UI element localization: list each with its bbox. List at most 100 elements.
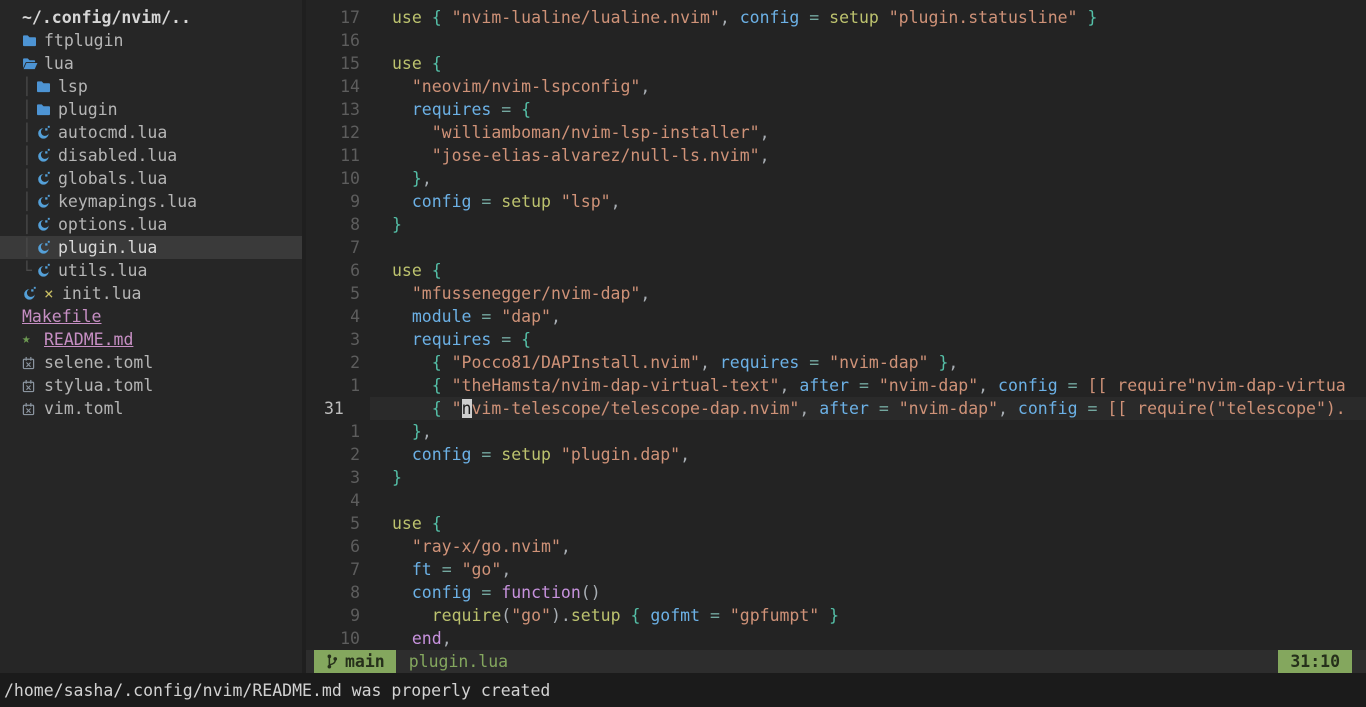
code-line[interactable]: 2 { "Pocco81/DAPInstall.nvim", requires … [306,351,1366,374]
line-text: module = "dap", [370,305,1366,328]
lua-icon [36,263,58,278]
tree-item-lua[interactable]: lua [0,52,302,75]
line-number: 9 [306,604,370,627]
toml-icon [22,356,44,370]
code-line[interactable]: 1 { "theHamsta/nvim-dap-virtual-text", a… [306,374,1366,397]
code-line[interactable]: 13 requires = { [306,98,1366,121]
code-line[interactable]: 17use { "nvim-lualine/lualine.nvim", con… [306,6,1366,29]
tree-item-label: utils.lua [58,259,147,282]
line-number: 6 [306,259,370,282]
statusline: main plugin.lua 31:10 [306,650,1366,673]
code-line[interactable]: 3 requires = { [306,328,1366,351]
line-number: 16 [306,29,370,52]
line-number: 17 [306,6,370,29]
tree-item-label: plugin [58,98,118,121]
code-line[interactable]: 5use { [306,512,1366,535]
code-line[interactable]: 10 }, [306,167,1366,190]
line-text: { "nvim-telescope/telescope-dap.nvim", a… [370,397,1366,420]
code-line[interactable]: 10 end, [306,627,1366,650]
folder-closed-icon [36,80,58,93]
tree-guide: │ [22,121,36,144]
line-text: ft = "go", [370,558,1366,581]
tree-item-label: README.md [44,328,133,351]
tree-item-disabled-lua[interactable]: │disabled.lua [0,144,302,167]
code-line-current[interactable]: 31 { "nvim-telescope/telescope-dap.nvim"… [306,397,1366,420]
line-number: 31 [306,397,370,420]
star-icon: ★ [22,328,44,351]
lua-icon [36,171,58,186]
line-text: "williamboman/nvim-lsp-installer", [370,121,1366,144]
tree-item-label: lsp [58,75,88,98]
code-line[interactable]: 7 [306,236,1366,259]
line-text [370,29,1366,52]
tree-item-ftplugin[interactable]: ftplugin [0,29,302,52]
tree-item-label: Makefile [22,305,101,328]
tree-item-lsp[interactable]: │lsp [0,75,302,98]
line-number: 10 [306,167,370,190]
code-line[interactable]: 8 config = function() [306,581,1366,604]
tree-item-readme-md[interactable]: ★README.md [0,328,302,351]
line-text: "ray-x/go.nvim", [370,535,1366,558]
tree-item-vim-toml[interactable]: vim.toml [0,397,302,420]
code-line[interactable]: 6 "ray-x/go.nvim", [306,535,1366,558]
line-text [370,489,1366,512]
lua-icon [22,286,44,301]
lua-icon [36,125,58,140]
line-number: 3 [306,466,370,489]
line-text: requires = { [370,98,1366,121]
tree-item-label: ftplugin [44,29,123,52]
tree-item-label: globals.lua [58,167,167,190]
code-line[interactable]: 2 config = setup "plugin.dap", [306,443,1366,466]
code-line[interactable]: 3} [306,466,1366,489]
tree-item-label: lua [44,52,74,75]
code-line[interactable]: 8} [306,213,1366,236]
tree-item-options-lua[interactable]: │options.lua [0,213,302,236]
line-number: 5 [306,282,370,305]
tree-item-keymapings-lua[interactable]: │keymapings.lua [0,190,302,213]
line-text: { "Pocco81/DAPInstall.nvim", requires = … [370,351,1366,374]
line-number: 1 [306,420,370,443]
nvim-window: ~/.config/nvim/.. ftpluginlua│lsp│plugin… [0,0,1366,707]
code-line[interactable]: 16 [306,29,1366,52]
tree-item-utils-lua[interactable]: └utils.lua [0,259,302,282]
tree-item-plugin[interactable]: │plugin [0,98,302,121]
tree-item-plugin-lua[interactable]: │plugin.lua [0,236,302,259]
code-line[interactable]: 14 "neovim/nvim-lspconfig", [306,75,1366,98]
tree-item-makefile[interactable]: Makefile [0,305,302,328]
line-text: { "theHamsta/nvim-dap-virtual-text", aft… [370,374,1366,397]
line-text: config = setup "lsp", [370,190,1366,213]
editor-pane: 17use { "nvim-lualine/lualine.nvim", con… [306,0,1366,673]
line-text: "mfussenegger/nvim-dap", [370,282,1366,305]
tree-item-label: stylua.toml [44,374,153,397]
line-text: config = setup "plugin.dap", [370,443,1366,466]
code-line[interactable]: 9 config = setup "lsp", [306,190,1366,213]
line-text: use { [370,52,1366,75]
tree-item-init-lua[interactable]: ×init.lua [0,282,302,305]
code-line[interactable]: 4 [306,489,1366,512]
folder-open-icon [22,57,44,70]
code-line[interactable]: 4 module = "dap", [306,305,1366,328]
tree-item-stylua-toml[interactable]: stylua.toml [0,374,302,397]
code-line[interactable]: 9 require("go").setup { gofmt = "gpfumpt… [306,604,1366,627]
line-number: 11 [306,144,370,167]
code-line[interactable]: 15use { [306,52,1366,75]
text-cursor: n [462,399,472,418]
tree-item-globals-lua[interactable]: │globals.lua [0,167,302,190]
line-number: 7 [306,236,370,259]
tree-guide: │ [22,144,36,167]
git-branch-name: main [345,652,385,671]
code-line[interactable]: 7 ft = "go", [306,558,1366,581]
code-area[interactable]: 17use { "nvim-lualine/lualine.nvim", con… [306,0,1366,650]
code-line[interactable]: 1 }, [306,420,1366,443]
code-line[interactable]: 6use { [306,259,1366,282]
tree-item-selene-toml[interactable]: selene.toml [0,351,302,374]
code-line[interactable]: 12 "williamboman/nvim-lsp-installer", [306,121,1366,144]
tree-item-label: plugin.lua [58,236,157,259]
tree-item-autocmd-lua[interactable]: │autocmd.lua [0,121,302,144]
tree-guide: │ [22,190,36,213]
line-text: } [370,466,1366,489]
line-number: 6 [306,535,370,558]
line-text: } [370,213,1366,236]
code-line[interactable]: 11 "jose-elias-alvarez/null-ls.nvim", [306,144,1366,167]
code-line[interactable]: 5 "mfussenegger/nvim-dap", [306,282,1366,305]
